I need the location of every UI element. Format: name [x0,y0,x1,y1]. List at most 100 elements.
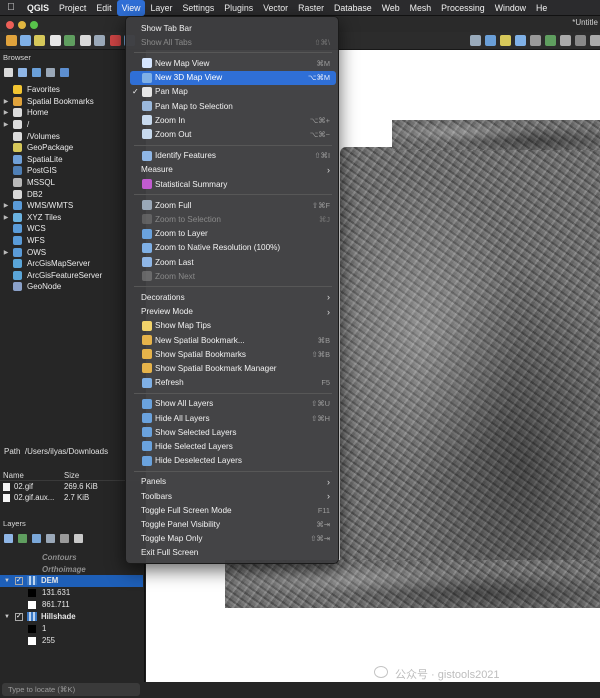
apple-icon[interactable]:  [0,2,22,13]
menu-edit[interactable]: Edit [91,0,116,16]
menu-project[interactable]: Project [54,0,91,16]
locator-search-input[interactable]: Type to locate (⌘K) [2,683,140,696]
menu-item-measure[interactable]: Measure › [130,163,336,177]
toolbar-tool-icon[interactable] [470,35,481,46]
menu-plugins[interactable]: Plugins [219,0,258,16]
collapse-arrow-icon[interactable]: ▼ [4,578,10,584]
menu-item-decorations[interactable]: Decorations › [130,290,336,304]
filter-legend-icon[interactable] [46,534,55,543]
filter-icon[interactable] [32,68,41,77]
expand-arrow-icon[interactable]: ▶ [2,214,10,221]
menu-settings[interactable]: Settings [178,0,220,16]
menu-item-zoom-in[interactable]: Zoom In ⌥⌘+ [130,113,336,127]
menu-item-show-map-tips[interactable]: Show Map Tips [130,319,336,333]
browser-item[interactable]: MSSQL [0,177,140,189]
toolbar-tool-icon[interactable] [485,35,496,46]
toolbar-tool-icon[interactable] [34,35,45,46]
menu-he[interactable]: He [531,0,552,16]
menu-item-zoom-to-native-resolution-100[interactable]: Zoom to Native Resolution (100%) [130,241,336,255]
browser-item[interactable]: ▶ Home [0,107,140,119]
refresh-icon[interactable] [18,68,27,77]
browser-item[interactable]: ▶ Spatial Bookmarks [0,96,140,108]
browser-item[interactable]: WCS [0,223,140,235]
browser-item[interactable]: WFS [0,235,140,247]
minimize-window-icon[interactable] [18,21,26,29]
expand-arrow-icon[interactable]: ▶ [2,98,10,105]
layer-tree-row[interactable]: 255 [0,635,143,647]
menu-item-toolbars[interactable]: Toolbars › [130,489,336,503]
layer-tree-row[interactable]: 1 [0,623,143,635]
layer-tree-row[interactable]: ▼ ✓ Hillshade [0,611,143,623]
menu-web[interactable]: Web [377,0,405,16]
add-layer-icon[interactable] [4,68,13,77]
toolbar-tool-icon[interactable] [6,35,17,46]
menu-item-show-spatial-bookmark-manager[interactable]: Show Spatial Bookmark Manager [130,361,336,375]
toolbar-tool-icon[interactable] [560,35,571,46]
toolbar-tool-icon[interactable] [515,35,526,46]
menu-item-statistical-summary[interactable]: Statistical Summary [130,177,336,191]
layer-style-icon[interactable] [4,534,13,543]
browser-item[interactable]: /Volumes [0,130,140,142]
toolbar-tool-icon[interactable] [80,35,91,46]
menu-vector[interactable]: Vector [258,0,293,16]
toolbar-tool-icon[interactable] [94,35,105,46]
manage-visibility-icon[interactable] [32,534,41,543]
collapse-all-icon[interactable] [46,68,55,77]
add-group-icon[interactable] [18,534,27,543]
layer-tree-row[interactable]: ▼ ✓ DEM [0,575,143,587]
layer-visibility-checkbox[interactable]: ✓ [14,612,23,621]
table-row[interactable]: 02.gif 269.6 KiB [0,481,145,492]
browser-item[interactable]: ▶ WMS/WMTS [0,200,140,212]
menu-item-new-3d-map-view[interactable]: New 3D Map View ⌥⌘M [130,70,336,85]
menu-raster[interactable]: Raster [293,0,329,16]
expand-arrow-icon[interactable]: ▶ [2,121,10,128]
close-window-icon[interactable] [6,21,14,29]
expand-arrow-icon[interactable]: ▶ [2,109,10,116]
zoom-window-icon[interactable] [30,21,38,29]
table-row[interactable]: 02.gif.aux... 2.7 KiB [0,492,145,503]
menu-item-show-selected-layers[interactable]: Show Selected Layers [130,425,336,439]
browser-item[interactable]: ArcGisMapServer [0,258,140,270]
browser-item[interactable]: Favorites [0,84,140,96]
browser-item[interactable]: DB2 [0,188,140,200]
toolbar-tool-icon[interactable] [500,35,511,46]
browser-item[interactable]: GeoPackage [0,142,140,154]
toolbar-tool-icon[interactable] [110,35,121,46]
menu-item-toggle-full-screen-mode[interactable]: Toggle Full Screen Mode F11 [130,503,336,517]
menu-item-zoom-last[interactable]: Zoom Last [130,255,336,269]
browser-item[interactable]: ▶ OWS [0,246,140,258]
layer-tree-row[interactable]: Contours [0,552,143,564]
menu-processing[interactable]: Processing [436,0,490,16]
browser-item[interactable]: SpatiaLite [0,154,140,166]
menu-item-show-spatial-bookmarks[interactable]: Show Spatial Bookmarks ⇧⌘B [130,347,336,361]
layer-tree-row[interactable]: 131.631 [0,587,143,599]
toolbar-tool-icon[interactable] [575,35,586,46]
menu-database[interactable]: Database [329,0,377,16]
layer-tree-row[interactable]: Orthoimage [0,564,143,576]
menu-item-new-spatial-bookmark[interactable]: New Spatial Bookmark... ⌘B [130,333,336,347]
toolbar-tool-icon[interactable] [64,35,75,46]
toolbar-tool-icon[interactable] [545,35,556,46]
collapse-all-icon[interactable] [74,534,83,543]
menu-item-pan-map-to-selection[interactable]: Pan Map to Selection [130,99,336,113]
column-header-size[interactable]: Size [64,471,134,480]
layer-visibility-checkbox[interactable]: ✓ [14,576,23,585]
menu-item-refresh[interactable]: Refresh F5 [130,376,336,390]
menu-item-panels[interactable]: Panels › [130,475,336,489]
toolbar-tool-icon[interactable] [590,35,600,46]
browser-item[interactable]: ▶ XYZ Tiles [0,212,140,224]
menu-item-toggle-map-only[interactable]: Toggle Map Only ⇧⌘⇥ [130,532,336,546]
menu-mesh[interactable]: Mesh [405,0,437,16]
browser-item[interactable]: ArcGisFeatureServer [0,270,140,282]
menu-item-hide-selected-layers[interactable]: Hide Selected Layers [130,439,336,453]
menu-item-show-tab-bar[interactable]: Show Tab Bar [130,21,336,35]
expand-all-icon[interactable] [60,534,69,543]
menu-item-preview-mode[interactable]: Preview Mode › [130,305,336,319]
menu-item-show-all-layers[interactable]: Show All Layers ⇧⌘U [130,397,336,411]
browser-item[interactable]: PostGIS [0,165,140,177]
browser-item[interactable]: GeoNode [0,281,140,293]
menu-view[interactable]: View [116,0,146,16]
path-value[interactable]: /Users/ilyas/Downloads [25,447,108,456]
menu-item-new-map-view[interactable]: New Map View ⌘M [130,56,336,70]
expand-arrow-icon[interactable]: ▶ [2,202,10,209]
